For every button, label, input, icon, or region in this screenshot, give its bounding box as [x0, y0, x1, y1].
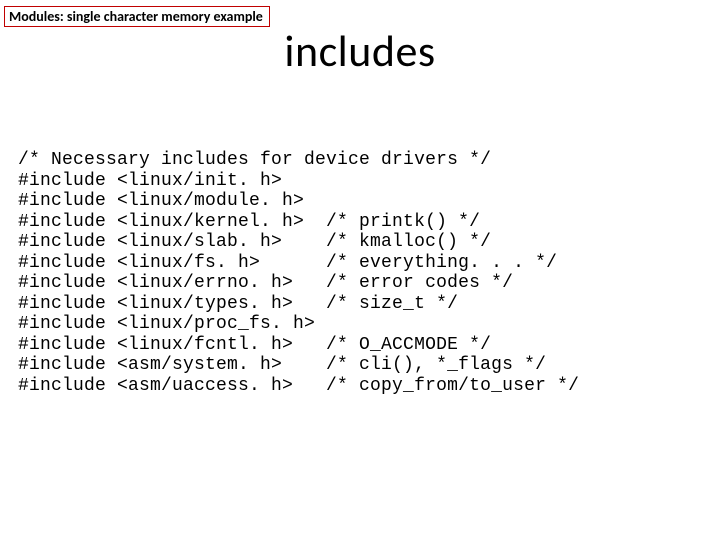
code-line: #include <linux/fcntl. h> /* O_ACCMODE *… — [18, 335, 491, 355]
code-line: #include <asm/system. h> /* cli(), *_fla… — [18, 355, 546, 375]
code-line: /* Necessary includes for device drivers… — [18, 150, 491, 170]
code-block: /* Necessary includes for device drivers… — [18, 150, 579, 396]
code-line: #include <linux/errno. h> /* error codes… — [18, 273, 513, 293]
code-line: #include <linux/init. h> — [18, 171, 282, 191]
code-line: #include <linux/slab. h> /* kmalloc() */ — [18, 232, 491, 252]
page-title: includes — [0, 24, 720, 78]
code-line: #include <asm/uaccess. h> /* copy_from/t… — [18, 376, 579, 396]
slide: Modules: single character memory example… — [0, 0, 720, 540]
code-line: #include <linux/proc_fs. h> — [18, 314, 315, 334]
code-line: #include <linux/fs. h> /* everything. . … — [18, 253, 557, 273]
code-line: #include <linux/types. h> /* size_t */ — [18, 294, 458, 314]
code-line: #include <linux/module. h> — [18, 191, 304, 211]
code-line: #include <linux/kernel. h> /* printk() *… — [18, 212, 480, 232]
